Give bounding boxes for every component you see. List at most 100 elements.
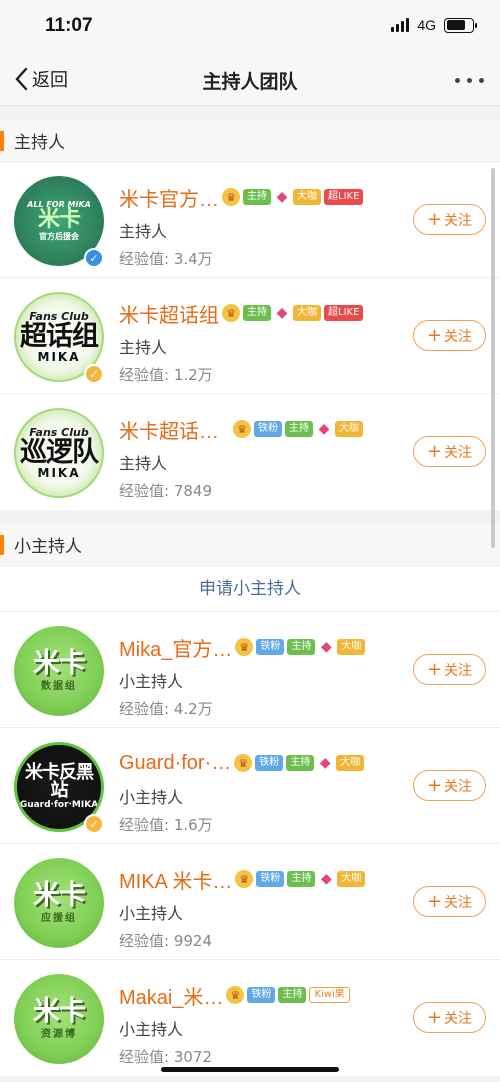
avatar-text: MIKA — [37, 466, 81, 480]
exp-value: 经验值: 9924 — [119, 932, 212, 950]
follow-button[interactable]: + 关注 — [413, 886, 486, 917]
avatar-text: 官方后援会 — [39, 232, 79, 241]
verified-icon: ✓ — [84, 248, 104, 268]
role-label: 小主持人 — [119, 904, 184, 923]
tag-big: 大咖 — [293, 305, 321, 321]
list-item[interactable]: Fans Club 巡逻队 MIKA 米卡超话… ♛ 铁粉 主持 ◆ 大咖 主持… — [0, 394, 500, 510]
list-item[interactable]: 米卡 数据组 Mika_官方… ♛ 铁粉 主持 ◆ 大咖 小主持人 经验值: 4… — [0, 612, 500, 728]
diamond-icon: ◆ — [320, 639, 332, 655]
list-item[interactable]: 米卡 资源博 Makai_米… ♛ 铁粉 主持 Kiwi果 小主持人 经验值: … — [0, 960, 500, 1076]
role-label: 小主持人 — [119, 672, 184, 691]
crown-icon: ♛ — [233, 420, 251, 438]
avatar-text: 米卡 — [33, 996, 86, 1027]
verified-icon: ✓ — [84, 814, 104, 834]
plus-icon: + — [426, 324, 443, 346]
follow-label: 关注 — [444, 444, 473, 461]
follow-button[interactable]: + 关注 — [413, 436, 486, 467]
exp-value: 经验值: 7849 — [119, 482, 212, 500]
avatar-text: 米卡 — [37, 207, 81, 232]
tag-fan: 铁粉 — [256, 871, 285, 887]
avatar-text: 米卡 — [33, 648, 86, 679]
user-name[interactable]: 米卡超话… — [119, 415, 219, 444]
page-title: 主持人团队 — [202, 71, 298, 93]
tag-big: 大咖 — [293, 189, 321, 205]
crown-icon: ♛ — [226, 986, 245, 1004]
section-title: 小主持人 — [14, 536, 82, 557]
tag-like: 超LIKE — [324, 189, 364, 205]
diamond-icon: ◆ — [318, 421, 330, 437]
avatar[interactable]: 米卡 应援组 — [14, 858, 104, 948]
follow-label: 关注 — [444, 1010, 473, 1027]
role-label: 主持人 — [119, 222, 168, 241]
follow-button[interactable]: + 关注 — [413, 204, 486, 235]
avatar[interactable]: 米卡 资源博 — [14, 974, 104, 1064]
tag-host: 主持 — [243, 189, 271, 205]
signal-icon — [391, 18, 410, 32]
status-time: 11:07 — [45, 15, 93, 36]
user-name[interactable]: 米卡超话组 — [119, 299, 219, 328]
plus-icon: + — [426, 774, 443, 796]
follow-button[interactable]: + 关注 — [413, 1002, 486, 1033]
follow-label: 关注 — [444, 894, 473, 911]
follow-label: 关注 — [444, 662, 473, 679]
tag-fan: 铁粉 — [247, 987, 276, 1003]
avatar[interactable]: Fans Club 巡逻队 MIKA — [14, 408, 104, 498]
list-item[interactable]: Fans Club 超话组 MIKA ✓ 米卡超话组 ♛ 主持 ◆ 大咖 超LI… — [0, 278, 500, 394]
crown-icon: ♛ — [222, 188, 240, 206]
avatar-text: 数据组 — [41, 681, 77, 692]
tag-fan: 铁粉 — [255, 755, 284, 771]
sub-host-list: 米卡 数据组 Mika_官方… ♛ 铁粉 主持 ◆ 大咖 小主持人 经验值: 4… — [0, 612, 500, 1076]
plus-icon: + — [426, 440, 443, 462]
more-icon[interactable] — [455, 78, 484, 83]
user-name[interactable]: MIKA 米卡… — [119, 865, 232, 894]
diamond-icon: ◆ — [276, 305, 288, 321]
user-name[interactable]: 米卡官方… — [119, 183, 219, 212]
avatar-text: MIKA — [37, 350, 81, 364]
status-icons: 4G — [391, 17, 477, 33]
exp-value: 经验值: 1.2万 — [119, 366, 213, 384]
exp-value: 经验值: 3072 — [119, 1048, 212, 1066]
apply-sub-host-link[interactable]: 申请小主持人 — [0, 566, 500, 612]
tag-like: 超LIKE — [324, 305, 364, 321]
network-label: 4G — [417, 17, 436, 33]
avatar-text: 米卡 — [33, 880, 86, 911]
diamond-icon: ◆ — [320, 871, 332, 887]
exp-value: 经验值: 3.4万 — [119, 250, 213, 268]
tag-fan: 铁粉 — [254, 421, 282, 437]
scrollbar[interactable] — [491, 168, 495, 548]
avatar-text: 应援组 — [41, 913, 77, 924]
crown-icon: ♛ — [235, 638, 254, 656]
battery-icon — [444, 17, 477, 33]
follow-button[interactable]: + 关注 — [413, 320, 486, 351]
follow-label: 关注 — [444, 328, 473, 345]
diamond-icon: ◆ — [319, 755, 331, 771]
tag-fan: 铁粉 — [256, 639, 285, 655]
tag-host: 主持 — [287, 871, 316, 887]
follow-button[interactable]: + 关注 — [413, 770, 486, 801]
avatar-text: 巡逻队 — [20, 437, 99, 468]
list-item[interactable]: ALL FOR MIKA 米卡 官方后援会 ✓ 米卡官方… ♛ 主持 ◆ 大咖 … — [0, 162, 500, 278]
user-name[interactable]: Makai_米… — [119, 981, 223, 1010]
follow-label: 关注 — [444, 778, 473, 795]
home-indicator[interactable] — [161, 1067, 339, 1072]
follow-label: 关注 — [444, 212, 473, 229]
tag-host: 主持 — [287, 639, 316, 655]
crown-icon: ♛ — [235, 870, 254, 888]
host-list: ALL FOR MIKA 米卡 官方后援会 ✓ 米卡官方… ♛ 主持 ◆ 大咖 … — [0, 162, 500, 510]
nav-bar: 返回 主持人团队 — [0, 54, 500, 106]
tag-big: 大咖 — [335, 421, 363, 437]
avatar[interactable]: 米卡 数据组 — [14, 626, 104, 716]
plus-icon: + — [426, 1006, 443, 1028]
role-label: 主持人 — [119, 338, 168, 357]
plus-icon: + — [426, 658, 443, 680]
list-item[interactable]: 米卡反黑站 Guard·for·MIKA ✓ Guard·for·… ♛ 铁粉 … — [0, 728, 500, 844]
follow-button[interactable]: + 关注 — [413, 654, 486, 685]
user-name[interactable]: Guard·for·… — [119, 752, 231, 775]
verified-icon: ✓ — [84, 364, 104, 384]
tag-host: 主持 — [278, 987, 307, 1003]
role-label: 主持人 — [119, 454, 168, 473]
avatar-text: 米卡反黑站 — [25, 762, 94, 801]
section-header-sub-hosts: 小主持人 — [0, 523, 500, 566]
list-item[interactable]: 米卡 应援组 MIKA 米卡… ♛ 铁粉 主持 ◆ 大咖 小主持人 经验值: 9… — [0, 844, 500, 960]
user-name[interactable]: Mika_官方… — [119, 633, 232, 662]
